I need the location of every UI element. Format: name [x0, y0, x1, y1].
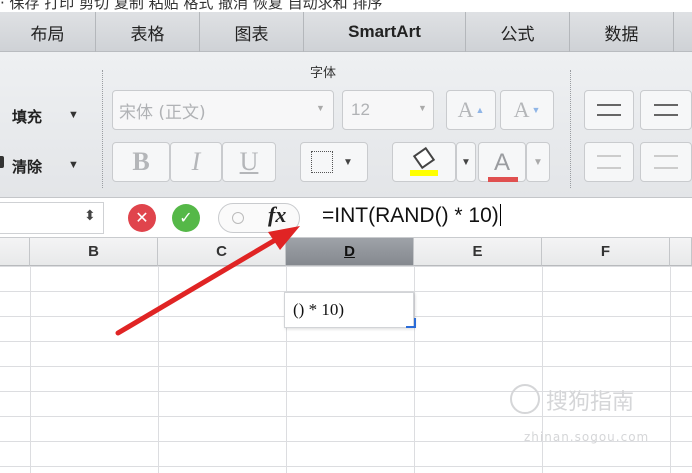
tab-data[interactable]: 数据 — [570, 12, 674, 52]
font-color-icon: A — [487, 147, 518, 182]
font-size-value: 12 — [351, 100, 370, 119]
align-center-button[interactable] — [640, 142, 692, 182]
tab-label: 图表 — [234, 24, 269, 45]
font-color-swatch — [487, 177, 518, 182]
font-name-dropdown-icon[interactable]: ▼ — [316, 103, 325, 113]
column-label: F — [600, 243, 611, 260]
tab-charts[interactable]: 图表 — [200, 12, 304, 52]
align-top-icon — [597, 104, 621, 116]
underline-button[interactable]: U — [222, 142, 276, 182]
fill-handle[interactable] — [406, 318, 416, 328]
group-divider — [570, 70, 571, 188]
watermark-url: zhinan.sogou.com — [524, 430, 650, 444]
top-toolbar-text: · 保存 打印 剪切 复制 粘贴 格式 撤消 恢复 自动求和 排序 — [0, 0, 383, 12]
fill-color-dropdown[interactable]: ▼ — [456, 142, 476, 182]
grid-line — [30, 266, 31, 473]
tab-tables[interactable]: 表格 — [96, 12, 200, 52]
column-header-g[interactable] — [670, 238, 692, 266]
grow-font-label: A — [457, 97, 474, 122]
grid-line — [670, 266, 671, 473]
insert-function-button[interactable] — [218, 203, 300, 233]
accept-formula-button[interactable]: ✓ — [172, 204, 200, 232]
align-left-button[interactable] — [584, 142, 634, 182]
tab-label: 表格 — [130, 24, 165, 45]
tab-formulas[interactable]: 公式 — [466, 12, 570, 52]
tab-label: 数据 — [604, 24, 639, 45]
align-top-button[interactable] — [584, 90, 634, 130]
column-header-d[interactable]: D — [286, 238, 414, 266]
column-header-b[interactable]: B — [30, 238, 158, 266]
shrink-font-icon: ▼ — [531, 105, 541, 115]
borders-icon — [311, 151, 333, 173]
fx-icon: fx — [268, 202, 287, 227]
clear-dropdown-icon[interactable]: ▼ — [68, 159, 79, 171]
tab-label: 公式 — [500, 24, 535, 45]
bold-button[interactable]: B — [112, 142, 170, 182]
formula-input[interactable]: =INT(RAND() * 10) — [322, 204, 501, 228]
formula-builder-icon — [232, 212, 244, 224]
align-middle-button[interactable] — [640, 90, 692, 130]
row-header-corner[interactable] — [0, 238, 30, 266]
column-header-c[interactable]: C — [158, 238, 286, 266]
fill-button-label[interactable]: 填充 — [12, 106, 42, 127]
tab-label: 布局 — [30, 24, 65, 45]
column-label: B — [88, 243, 99, 260]
tab-smartart[interactable]: SmartArt — [304, 12, 466, 52]
align-middle-icon — [654, 104, 678, 116]
font-color-label: A — [493, 149, 510, 176]
fill-color-button[interactable] — [392, 142, 456, 182]
paint-bucket-icon — [410, 146, 438, 176]
align-center-icon — [654, 155, 678, 169]
font-group-title: 字体 — [310, 66, 337, 81]
column-header-f[interactable]: F — [542, 238, 670, 266]
grow-font-icon: ▲ — [475, 105, 485, 115]
watermark-logo-icon — [510, 384, 540, 414]
borders-dropdown-icon: ▼ — [343, 156, 353, 168]
formula-text: =INT(RAND() * 10) — [322, 204, 499, 227]
clear-button-label[interactable]: 清除 — [12, 156, 42, 177]
underline-label: U — [239, 147, 259, 176]
column-label: D — [344, 243, 355, 260]
formula-bar: ⬍ ✕ ✓ fx =INT(RAND() * 10) — [0, 198, 692, 238]
align-left-icon — [597, 155, 621, 169]
grid-line — [158, 266, 159, 473]
group-divider — [102, 70, 103, 188]
bold-label: B — [132, 147, 150, 176]
cancel-formula-button[interactable]: ✕ — [128, 204, 156, 232]
text-cursor — [499, 204, 501, 226]
column-header-e[interactable]: E — [414, 238, 542, 266]
font-color-button[interactable]: A — [478, 142, 526, 182]
fill-dropdown-icon[interactable]: ▼ — [68, 109, 79, 121]
italic-button[interactable]: I — [170, 142, 222, 182]
active-cell-d[interactable]: () * 10) — [284, 292, 414, 328]
top-toolbar-strip: · 保存 打印 剪切 复制 粘贴 格式 撤消 恢复 自动求和 排序 — [0, 0, 692, 12]
ribbon-tabs: 布局 表格 图表 SmartArt 公式 数据 — [0, 12, 692, 52]
active-cell-text: () * 10) — [293, 300, 344, 319]
grow-font-button[interactable]: A ▲ — [446, 90, 496, 130]
shrink-font-button[interactable]: A ▼ — [500, 90, 554, 130]
column-label: C — [216, 243, 227, 260]
watermark: 搜狗指南 zhinan.sogou.com — [510, 384, 648, 444]
ribbon-body: 字体 填充 ▼ 清除 ▼ 宋体 (正文) ▼ 12 ▼ A ▲ A ▼ B I U … — [0, 52, 692, 198]
tab-label: SmartArt — [348, 22, 421, 41]
font-size-dropdown-icon[interactable]: ▼ — [418, 103, 427, 113]
borders-button[interactable]: ▼ — [300, 142, 368, 182]
grid-line — [414, 266, 415, 473]
shrink-font-label: A — [513, 97, 530, 122]
clear-icon — [0, 156, 4, 168]
column-label: E — [472, 243, 483, 260]
font-name-select[interactable]: 宋体 (正文) — [112, 90, 334, 130]
name-box-stepper-icon[interactable]: ⬍ — [84, 207, 96, 224]
italic-label: I — [191, 147, 201, 176]
font-name-value: 宋体 (正文) — [119, 102, 206, 123]
font-color-dropdown[interactable]: ▼ — [526, 142, 550, 182]
watermark-text: 搜狗指南 — [546, 390, 635, 415]
fill-color-swatch — [410, 170, 438, 176]
tab-layout[interactable]: 布局 — [0, 12, 96, 52]
